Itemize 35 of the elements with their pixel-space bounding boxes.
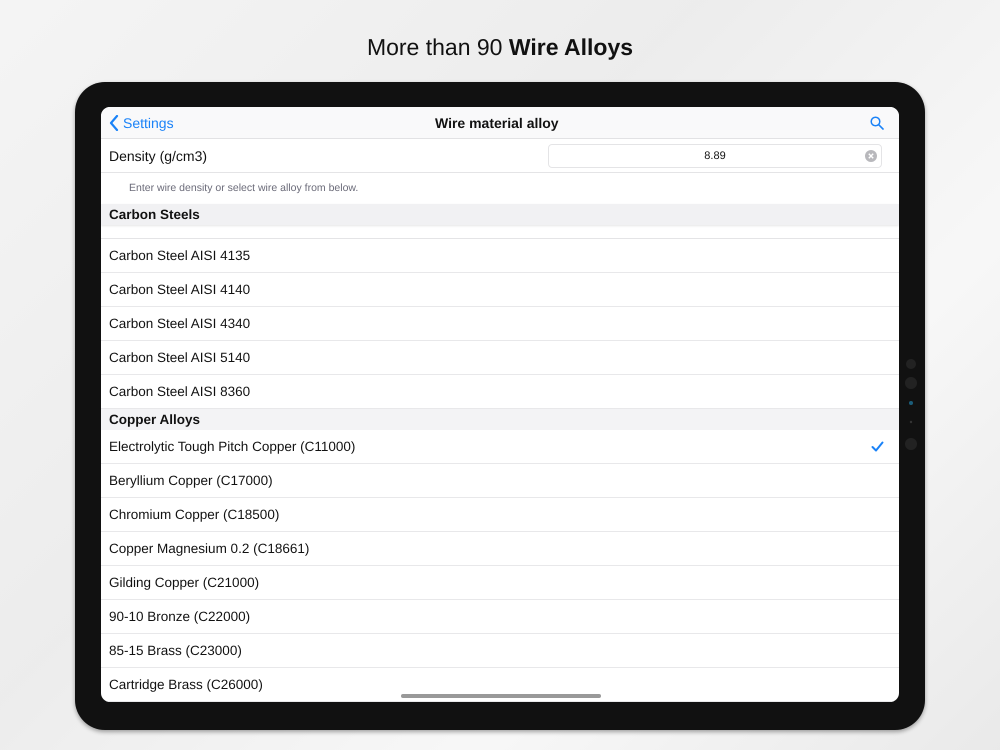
clear-icon[interactable]	[865, 150, 877, 162]
alloy-name: Electrolytic Tough Pitch Copper (C11000)	[109, 439, 356, 454]
alloy-row[interactable]: Carbon Steel AISI 4140	[101, 273, 899, 307]
alloy-name: 90-10 Bronze (C22000)	[109, 609, 250, 624]
alloy-name: Carbon Steel AISI 5140	[109, 350, 250, 365]
alloy-name: Beryllium Copper (C17000)	[109, 473, 273, 488]
alloy-row[interactable]: Beryllium Copper (C17000)	[101, 464, 899, 498]
section-header: Copper Alloys	[101, 409, 899, 430]
alloy-name: Carbon Steel AISI 8360	[109, 384, 250, 399]
alloy-row[interactable]: 85-15 Brass (C23000)	[101, 634, 899, 668]
back-button[interactable]: Settings	[109, 114, 174, 130]
hint-text: Enter wire density or select wire alloy from below.	[128, 181, 360, 196]
density-field[interactable]: 8.89	[548, 144, 882, 168]
alloy-name: Carbon Steel AISI 4135	[109, 248, 250, 263]
section-header: Carbon Steels	[101, 204, 899, 225]
alloy-row[interactable]: 90-10 Bronze (C22000)	[101, 600, 899, 634]
alloy-name: Carbon Steel AISI 4140	[109, 282, 250, 297]
alloy-row[interactable]: Carbon Steel AISI 5140	[101, 341, 899, 375]
alloy-row[interactable]: Carbon Steel AISI 4135	[101, 239, 899, 273]
alloy-name: Copper Magnesium 0.2 (C18661)	[109, 541, 310, 556]
alloy-name: Gilding Copper (C21000)	[109, 575, 260, 590]
alloy-row[interactable]: Chromium Copper (C18500)	[101, 498, 899, 532]
search-icon[interactable]	[870, 116, 884, 130]
alloy-row[interactable]: Copper Magnesium 0.2 (C18661)	[101, 532, 899, 566]
alloy-name: 85-15 Brass (C23000)	[109, 643, 242, 658]
alloy-name: Carbon Steel AISI 4340	[109, 316, 250, 331]
alloy-row[interactable]: Electrolytic Tough Pitch Copper (C11000)	[101, 430, 899, 464]
headline: More than 90 Wire Alloys	[366, 33, 634, 62]
alloy-row[interactable]: Carbon Steel AISI 4340	[101, 307, 899, 341]
back-chevron-icon	[109, 114, 119, 130]
alloy-name: Cartridge Brass (C26000)	[109, 677, 263, 692]
nav-title: Wire material alloy	[434, 114, 560, 130]
alloy-row[interactable]: Gilding Copper (C21000)	[101, 566, 899, 600]
density-label: Density (g/cm3)	[109, 148, 208, 164]
alloy-name: Chromium Copper (C18500)	[109, 507, 280, 522]
